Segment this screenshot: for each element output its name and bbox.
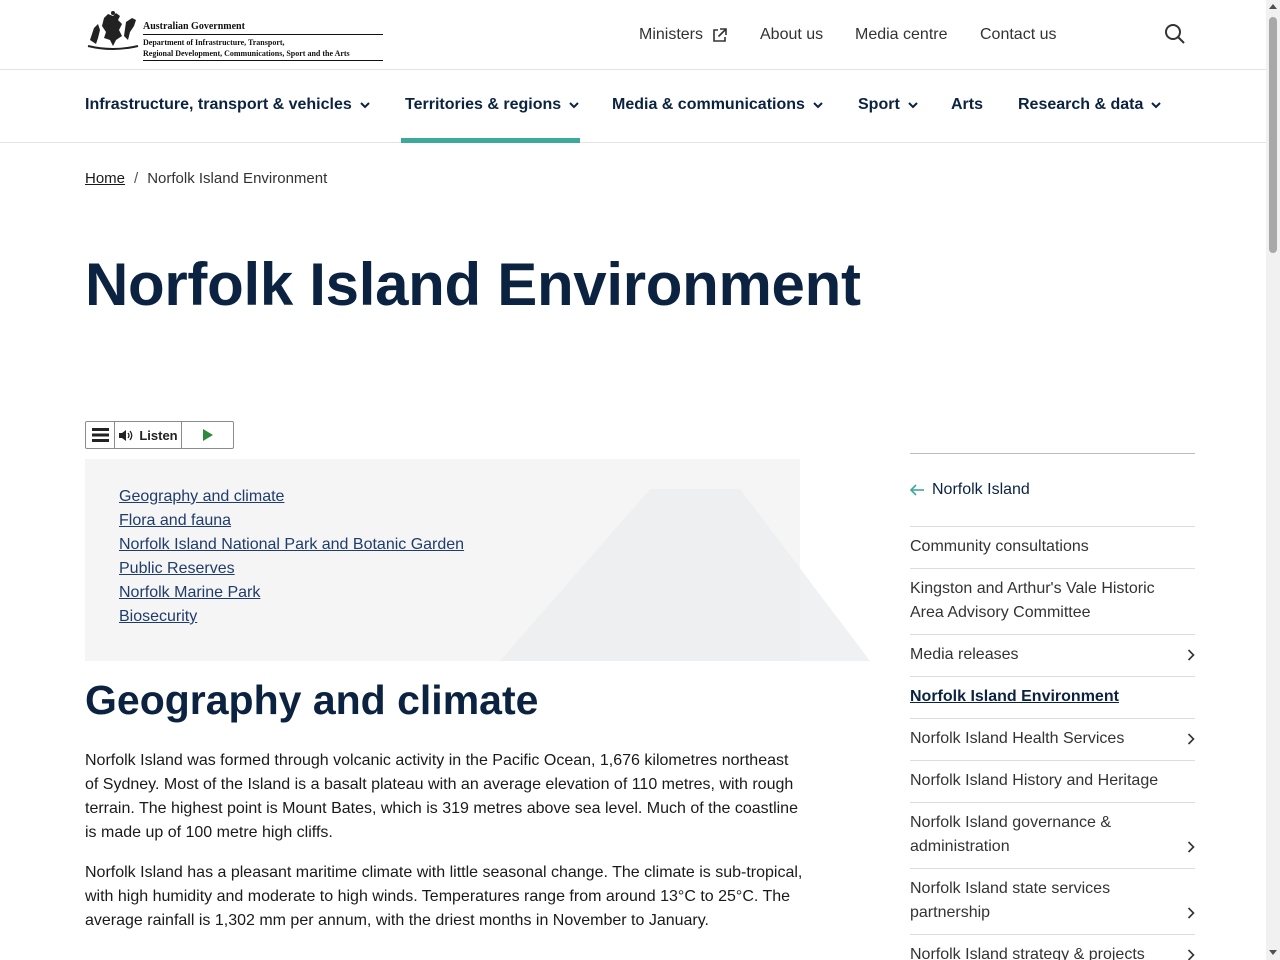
sidebar-item-label: Norfolk Island governance & administrati…	[910, 814, 1111, 855]
dept-name-line1: Department of Infrastructure, Transport,	[143, 38, 285, 47]
chevron-down-icon	[908, 101, 918, 108]
sidebar-item-community-consultations[interactable]: Community consultations	[910, 527, 1195, 569]
chevron-down-icon	[1151, 101, 1162, 108]
hamburger-menu-icon	[91, 428, 109, 442]
toc-link-marine-park[interactable]: Norfolk Marine Park	[119, 584, 260, 601]
list-item: Norfolk Marine Park	[119, 581, 464, 605]
australian-government-logo[interactable]: Australian Government Department of Infr…	[86, 10, 386, 62]
decorative-triangle	[500, 489, 870, 661]
logo-divider	[143, 34, 383, 35]
list-item: Public Reserves	[119, 557, 464, 581]
arrow-left-icon	[910, 484, 924, 496]
nav-item-label: Media & communications	[612, 96, 805, 113]
nav-item-label: Territories & regions	[405, 96, 562, 113]
chevron-down-icon	[360, 101, 370, 108]
nav-item-label: Infrastructure, transport & vehicles	[85, 96, 352, 113]
nav-item-media-communications[interactable]: Media & communications	[612, 96, 823, 114]
utility-link-ministers[interactable]: Ministers	[639, 26, 728, 44]
nav-item-label: Arts	[951, 96, 984, 113]
list-item: Biosecurity	[119, 605, 464, 629]
sidebar-item-health-services[interactable]: Norfolk Island Health Services	[910, 719, 1195, 761]
page-scrollbar[interactable]	[1266, 0, 1280, 960]
top-bar: Australian Government Department of Infr…	[0, 0, 1266, 70]
page-title: Norfolk Island Environment	[85, 251, 861, 318]
coat-of-arms-icon	[87, 11, 139, 50]
breadcrumb-current: Norfolk Island Environment	[147, 170, 328, 187]
utility-link-about-us[interactable]: About us	[760, 26, 823, 44]
section-paragraph: Norfolk Island has a pleasant maritime c…	[85, 864, 803, 929]
main-navigation: Infrastructure, transport & vehicles Ter…	[0, 70, 1266, 143]
speaker-icon	[119, 429, 133, 441]
sidebar-item-label: Norfolk Island strategy & projects	[910, 946, 1145, 960]
section-paragraph: Norfolk Island was formed through volcan…	[85, 752, 798, 841]
toc-link-national-park[interactable]: Norfolk Island National Park and Botanic…	[119, 536, 464, 553]
sidebar-item-label: Norfolk Island Environment	[910, 688, 1119, 705]
nav-item-sport[interactable]: Sport	[858, 96, 918, 114]
listen-play-button[interactable]	[182, 422, 233, 448]
nav-item-label: Research & data	[1018, 96, 1144, 113]
search-icon	[1165, 24, 1185, 44]
breadcrumb: Home / Norfolk Island Environment	[85, 170, 327, 187]
toc-link-flora-fauna[interactable]: Flora and fauna	[119, 512, 231, 529]
chevron-down-icon	[813, 101, 823, 108]
breadcrumb-home-link[interactable]: Home	[85, 170, 125, 187]
chevron-right-icon	[1187, 949, 1195, 960]
nav-item-arts[interactable]: Arts	[951, 96, 983, 114]
search-button[interactable]	[1163, 22, 1187, 46]
play-icon	[203, 429, 213, 441]
dept-name-line2: Regional Development, Communications, Sp…	[143, 49, 350, 58]
scroll-down-arrow-icon[interactable]	[1269, 950, 1277, 955]
sidebar-parent-label: Norfolk Island	[932, 481, 1030, 498]
list-item: Norfolk Island National Park and Botanic…	[119, 533, 464, 557]
sidebar-item-governance[interactable]: Norfolk Island governance & administrati…	[910, 803, 1195, 869]
list-item: Geography and climate	[119, 485, 464, 509]
chevron-right-icon	[1187, 733, 1195, 745]
sidebar-item-environment[interactable]: Norfolk Island Environment	[910, 677, 1195, 719]
listen-menu-button[interactable]	[86, 422, 115, 448]
listen-button[interactable]: Listen	[115, 422, 182, 448]
sidebar-item-media-releases[interactable]: Media releases	[910, 635, 1195, 677]
chevron-down-icon	[569, 101, 579, 108]
chevron-right-icon	[1187, 649, 1195, 661]
toc-link-biosecurity[interactable]: Biosecurity	[119, 608, 197, 625]
listen-widget: Listen	[85, 421, 234, 449]
external-link-icon	[713, 27, 727, 42]
chevron-right-icon	[1187, 907, 1195, 919]
scrollbar-thumb[interactable]	[1269, 17, 1277, 253]
nav-item-infrastructure[interactable]: Infrastructure, transport & vehicles	[85, 96, 370, 114]
sidebar-parent-link[interactable]: Norfolk Island	[910, 454, 1195, 527]
sidebar-item-strategy-projects[interactable]: Norfolk Island strategy & projects	[910, 935, 1195, 960]
nav-item-research-data[interactable]: Research & data	[1018, 96, 1162, 114]
sidebar-item-label: Norfolk Island state services partnershi…	[910, 880, 1111, 921]
sidebar-item-kingston-committee[interactable]: Kingston and Arthur's Vale Historic Area…	[910, 569, 1195, 635]
sidebar-item-history-heritage[interactable]: Norfolk Island History and Heritage	[910, 761, 1195, 803]
utility-link-contact-us[interactable]: Contact us	[980, 26, 1056, 44]
sidebar-item-label: Kingston and Arthur's Vale Historic Area…	[910, 580, 1155, 621]
gov-name: Australian Government	[143, 21, 245, 32]
list-item: Flora and fauna	[119, 509, 464, 533]
on-this-page-list: Geography and climate Flora and fauna No…	[119, 485, 464, 629]
utility-link-media-centre[interactable]: Media centre	[855, 26, 948, 44]
nav-item-territories[interactable]: Territories & regions	[405, 96, 579, 114]
sidebar-navigation: Norfolk Island Community consultations K…	[910, 453, 1195, 960]
chevron-right-icon	[1187, 841, 1195, 853]
toc-link-public-reserves[interactable]: Public Reserves	[119, 560, 235, 577]
sidebar-item-label: Media releases	[910, 646, 1019, 663]
breadcrumb-separator: /	[134, 170, 139, 187]
listen-label: Listen	[139, 427, 178, 443]
toc-link-geography-climate[interactable]: Geography and climate	[119, 488, 284, 505]
sidebar-item-label: Norfolk Island History and Heritage	[910, 772, 1159, 789]
nav-active-indicator	[401, 138, 580, 143]
sidebar-item-state-services[interactable]: Norfolk Island state services partnershi…	[910, 869, 1195, 935]
scroll-up-arrow-icon[interactable]	[1269, 4, 1277, 9]
sidebar-item-label: Norfolk Island Health Services	[910, 730, 1125, 747]
utility-link-label: Ministers	[639, 26, 704, 43]
sidebar-item-label: Community consultations	[910, 538, 1089, 555]
nav-item-label: Sport	[858, 96, 900, 113]
logo-divider-bottom	[143, 60, 383, 61]
section-heading: Geography and climate	[85, 677, 539, 723]
